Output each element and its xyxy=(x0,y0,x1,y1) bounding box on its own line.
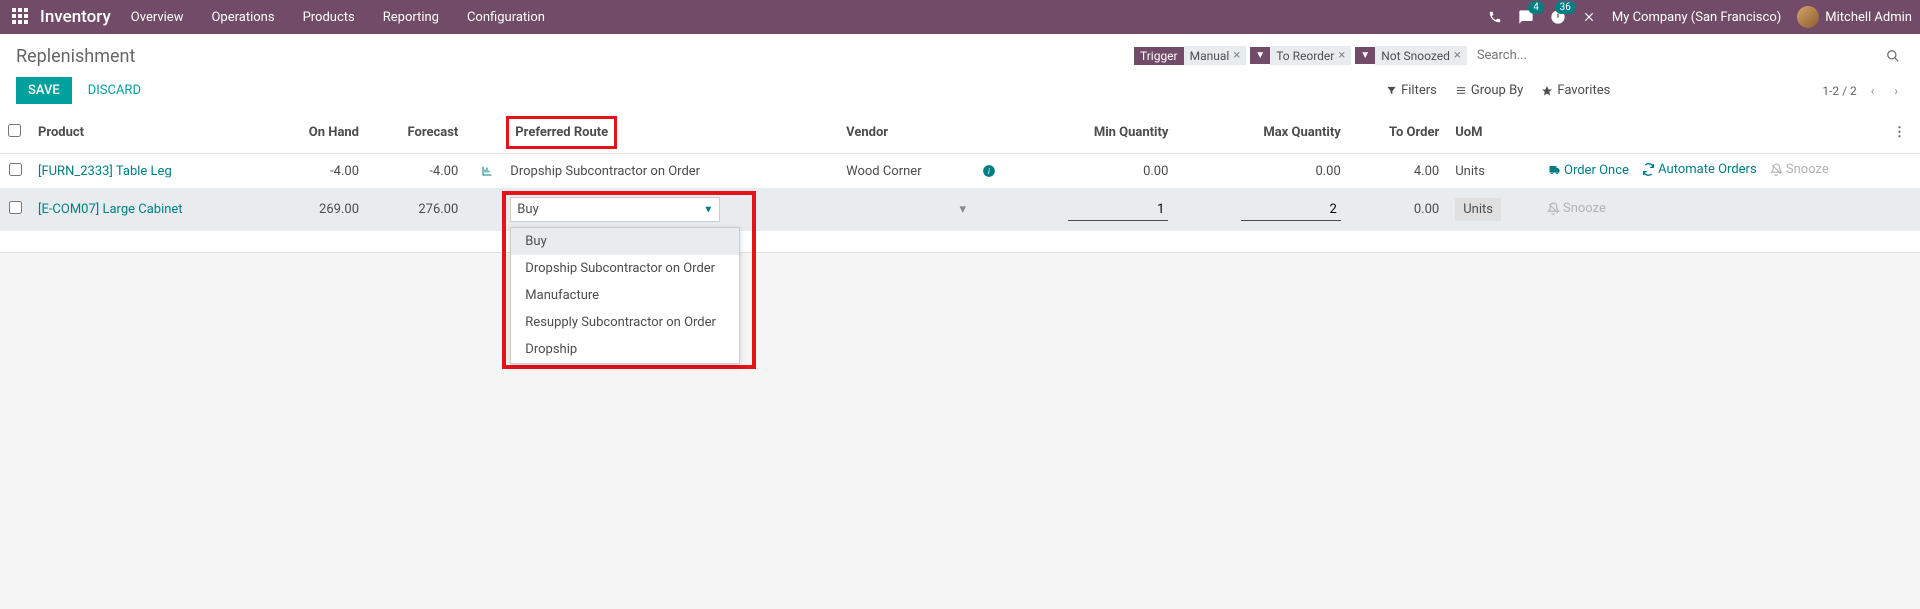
route-dropdown: Buy Dropship Subcontractor on Order Manu… xyxy=(510,227,740,364)
chip-toreorder[interactable]: ▼ To Reorder× xyxy=(1250,46,1351,65)
automate-orders-button[interactable]: Automate Orders xyxy=(1642,162,1757,177)
cell-vendor[interactable]: Wood Corner xyxy=(838,154,974,189)
activities-icon[interactable]: 36 xyxy=(1550,9,1566,25)
route-select[interactable]: Buy ▼ Buy Dropship Subcontractor on Orde… xyxy=(510,197,830,222)
route-input-value: Buy xyxy=(517,202,538,217)
app-brand[interactable]: Inventory xyxy=(40,7,111,27)
cell-uom[interactable]: Units xyxy=(1447,154,1539,189)
search-input[interactable] xyxy=(1471,46,1878,65)
messages-badge: 4 xyxy=(1528,1,1544,14)
dropdown-option[interactable]: Resupply Subcontractor on Order xyxy=(511,309,739,336)
col-forecast[interactable]: Forecast xyxy=(367,112,466,154)
user-name: Mitchell Admin xyxy=(1825,10,1912,25)
phone-icon[interactable] xyxy=(1488,10,1502,24)
search-icon[interactable] xyxy=(1882,48,1904,63)
pager-next-icon[interactable]: › xyxy=(1888,82,1904,100)
cell-uom[interactable]: Units xyxy=(1455,198,1501,221)
forecast-chart-icon[interactable] xyxy=(480,164,494,179)
col-product[interactable]: Product xyxy=(30,112,269,154)
cell-toorder[interactable]: 4.00 xyxy=(1349,154,1447,189)
company-selector[interactable]: My Company (San Francisco) xyxy=(1612,10,1781,25)
pager-value[interactable]: 1-2 / 2 xyxy=(1822,84,1856,98)
col-uom[interactable]: UoM xyxy=(1447,112,1539,154)
chip-close-icon[interactable]: × xyxy=(1454,48,1461,63)
avatar-icon xyxy=(1797,6,1819,28)
row-checkbox[interactable] xyxy=(9,163,22,176)
snooze-button[interactable]: Snooze xyxy=(1547,201,1606,216)
menu-configuration[interactable]: Configuration xyxy=(467,10,545,25)
col-minqty[interactable]: Min Quantity xyxy=(1004,112,1176,154)
cell-vendor[interactable]: ▾ xyxy=(838,189,974,231)
discard-button[interactable]: DISCARD xyxy=(84,77,145,104)
table-row[interactable]: [E-COM07] Large Cabinet 269.00 276.00 Bu… xyxy=(0,189,1920,231)
caret-down-icon: ▼ xyxy=(703,204,713,215)
dropdown-option[interactable]: Buy xyxy=(511,228,739,255)
caret-down-icon[interactable]: ▾ xyxy=(960,202,967,217)
svg-text:i: i xyxy=(988,166,990,176)
snooze-button[interactable]: Snooze xyxy=(1770,162,1829,177)
favorites-button[interactable]: Favorites xyxy=(1541,83,1610,98)
topnav-right: 4 36 My Company (San Francisco) Mitchell… xyxy=(1488,6,1912,28)
dropdown-option[interactable]: Dropship xyxy=(511,336,739,363)
top-nav: Inventory Overview Operations Products R… xyxy=(0,0,1920,34)
menu-operations[interactable]: Operations xyxy=(211,10,274,25)
col-vendor[interactable]: Vendor xyxy=(838,112,974,154)
chip-close-icon[interactable]: × xyxy=(1233,48,1240,63)
groupby-button[interactable]: Group By xyxy=(1455,83,1524,98)
product-link[interactable]: [E-COM07] Large Cabinet xyxy=(38,202,183,217)
col-route[interactable]: Preferred Route xyxy=(502,112,838,154)
main-menu: Overview Operations Products Reporting C… xyxy=(131,10,545,25)
filter-icon: ▼ xyxy=(1355,47,1375,64)
pager-prev-icon[interactable]: ‹ xyxy=(1865,82,1881,100)
row-checkbox[interactable] xyxy=(9,201,22,214)
chip-trigger[interactable]: Trigger Manual× xyxy=(1134,46,1246,65)
activities-badge: 36 xyxy=(1555,1,1576,14)
select-all-checkbox[interactable] xyxy=(8,124,21,137)
cell-toorder[interactable]: 0.00 xyxy=(1349,189,1447,231)
dropdown-option[interactable]: Manufacture xyxy=(511,282,739,309)
search-box: Trigger Manual× ▼ To Reorder× ▼ Not Snoo… xyxy=(1134,46,1904,65)
cell-minqty[interactable]: 0.00 xyxy=(1004,154,1176,189)
col-toorder[interactable]: To Order xyxy=(1349,112,1447,154)
control-panel: Replenishment Trigger Manual× ▼ To Reord… xyxy=(0,34,1920,112)
list-view: Product On Hand Forecast Preferred Route… xyxy=(0,112,1920,253)
minqty-input[interactable] xyxy=(1068,199,1168,221)
cell-onhand: 269.00 xyxy=(269,189,367,231)
menu-products[interactable]: Products xyxy=(303,10,355,25)
chip-close-icon[interactable]: × xyxy=(1338,48,1345,63)
table-row[interactable]: [FURN_2333] Table Leg -4.00 -4.00 Dropsh… xyxy=(0,154,1920,189)
pager: 1-2 / 2 ‹ › xyxy=(1822,82,1904,100)
chip-notsnoozed[interactable]: ▼ Not Snoozed× xyxy=(1355,46,1467,65)
info-icon[interactable]: i xyxy=(982,164,996,179)
apps-icon[interactable] xyxy=(12,8,30,26)
cell-forecast: 276.00 xyxy=(367,189,466,231)
order-once-button[interactable]: Order Once xyxy=(1547,163,1629,178)
close-icon[interactable] xyxy=(1582,10,1596,24)
product-link[interactable]: [FURN_2333] Table Leg xyxy=(38,164,172,179)
chip-label: Trigger xyxy=(1134,47,1184,65)
filters-button[interactable]: Filters xyxy=(1386,83,1437,98)
options-menu-icon[interactable]: ⋮ xyxy=(1887,125,1912,140)
page-title: Replenishment xyxy=(16,46,135,67)
cell-route[interactable]: Dropship Subcontractor on Order xyxy=(502,154,838,189)
menu-overview[interactable]: Overview xyxy=(131,10,184,25)
cell-onhand: -4.00 xyxy=(269,154,367,189)
messages-icon[interactable]: 4 xyxy=(1518,9,1534,25)
maxqty-input[interactable] xyxy=(1241,199,1341,221)
col-maxqty[interactable]: Max Quantity xyxy=(1176,112,1348,154)
cell-maxqty[interactable]: 0.00 xyxy=(1176,154,1348,189)
cell-forecast: -4.00 xyxy=(367,154,466,189)
col-onhand[interactable]: On Hand xyxy=(269,112,367,154)
dropdown-option[interactable]: Dropship Subcontractor on Order xyxy=(511,255,739,282)
menu-reporting[interactable]: Reporting xyxy=(383,10,439,25)
user-menu[interactable]: Mitchell Admin xyxy=(1797,6,1912,28)
filter-icon: ▼ xyxy=(1250,47,1270,64)
save-button[interactable]: SAVE xyxy=(16,77,72,104)
